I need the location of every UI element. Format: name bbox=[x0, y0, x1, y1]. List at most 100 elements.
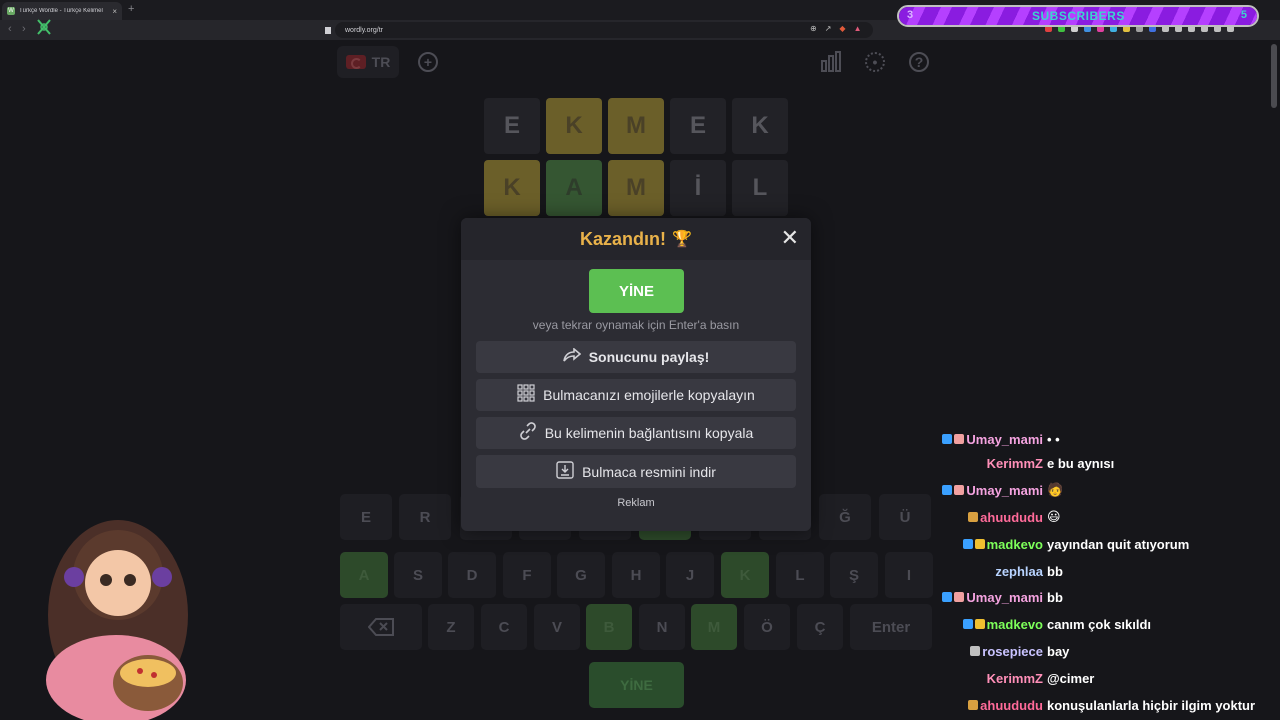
url-bar[interactable]: wordly.org/tr bbox=[325, 22, 873, 38]
board-tile: K bbox=[732, 98, 788, 154]
chat-username[interactable]: Umay_mami bbox=[966, 590, 1043, 605]
chat-username[interactable]: madkevo bbox=[987, 537, 1043, 552]
win-dialog: Kazandın! 🏆 ✕ YİNE veya tekrar oynamak i… bbox=[461, 218, 811, 531]
key-ö[interactable]: Ö bbox=[744, 604, 790, 650]
chat-username[interactable]: madkevo bbox=[987, 617, 1043, 632]
key-i[interactable]: I bbox=[885, 552, 933, 598]
forward-button[interactable]: › bbox=[22, 23, 26, 35]
chat-username-line: zephlaa bbox=[993, 562, 1043, 580]
key-b[interactable]: B bbox=[586, 604, 632, 650]
stats-button[interactable] bbox=[813, 46, 849, 78]
key-m[interactable]: M bbox=[691, 604, 737, 650]
replay-button-background[interactable]: YİNE bbox=[589, 662, 684, 708]
wordle-favicon-icon: W bbox=[7, 7, 15, 15]
badge-icon bbox=[974, 539, 985, 549]
copy-emoji-button[interactable]: Bulmacanızı emojilerle kopyalayın bbox=[476, 379, 796, 411]
chat-badges bbox=[968, 700, 979, 710]
rewards-icon[interactable]: ▲ bbox=[854, 24, 862, 33]
chat-username[interactable]: KerimmZ bbox=[987, 456, 1043, 471]
chat-message: 😃 bbox=[1047, 509, 1061, 524]
key-j[interactable]: J bbox=[666, 552, 714, 598]
key-e[interactable]: E bbox=[340, 494, 392, 540]
key-l[interactable]: L bbox=[776, 552, 824, 598]
gear-icon: • bbox=[865, 52, 885, 72]
share-icon[interactable]: ↗ bbox=[825, 24, 832, 33]
key-d[interactable]: D bbox=[448, 552, 496, 598]
help-button[interactable]: ? bbox=[901, 46, 937, 78]
chat-message: bay bbox=[1047, 643, 1070, 659]
key-c[interactable]: C bbox=[481, 604, 527, 650]
chat-username-line: Umay_mami bbox=[942, 481, 1043, 499]
backspace-key[interactable] bbox=[340, 604, 422, 650]
key-n[interactable]: N bbox=[639, 604, 685, 650]
zoom-icon[interactable]: ⊕ bbox=[810, 24, 817, 33]
key-s[interactable]: S bbox=[394, 552, 442, 598]
key-v[interactable]: V bbox=[534, 604, 580, 650]
chat-username[interactable]: rosepiece bbox=[982, 644, 1043, 659]
copy-link-button[interactable]: Bu kelimenin bağlantısını kopyala bbox=[476, 417, 796, 449]
key-a[interactable]: A bbox=[340, 552, 388, 598]
language-label: TR bbox=[371, 54, 391, 70]
play-again-button[interactable]: YİNE bbox=[589, 269, 684, 313]
url-text: wordly.org/tr bbox=[345, 26, 383, 34]
key-h[interactable]: H bbox=[612, 552, 660, 598]
back-button[interactable]: ‹ bbox=[8, 23, 12, 35]
language-button[interactable]: TR bbox=[337, 46, 399, 78]
badge-icon bbox=[954, 485, 965, 495]
chat-username[interactable]: KerimmZ bbox=[987, 671, 1043, 686]
chat-message: e bu aynısı bbox=[1047, 455, 1115, 471]
subscriber-goal: 5 bbox=[1240, 9, 1247, 21]
download-image-button[interactable]: Bulmaca resmini indir bbox=[476, 455, 796, 488]
question-icon: ? bbox=[909, 52, 929, 72]
url-actions: ⊕ ↗ ◆ ▲ bbox=[810, 24, 861, 33]
key-ü[interactable]: Ü bbox=[879, 494, 931, 540]
chat-username[interactable]: ahuududu bbox=[980, 698, 1043, 713]
streamer-logo-icon bbox=[36, 18, 52, 36]
key-k[interactable]: K bbox=[721, 552, 769, 598]
badge-icon bbox=[974, 619, 985, 629]
chat-badges bbox=[962, 539, 985, 549]
key-ş[interactable]: Ş bbox=[830, 552, 878, 598]
key-r[interactable]: R bbox=[399, 494, 451, 540]
new-tab-button[interactable]: + bbox=[128, 3, 134, 15]
chat-message: bb bbox=[1047, 589, 1063, 605]
bar-chart-icon bbox=[821, 51, 841, 72]
chat-badges bbox=[962, 619, 985, 629]
tab-title: Türkçe Wordle - Türkçe Kelimel bbox=[19, 8, 103, 14]
key-g[interactable]: G bbox=[557, 552, 605, 598]
bookmark-icon[interactable] bbox=[325, 26, 331, 34]
tab-close-icon[interactable]: × bbox=[112, 7, 117, 16]
brave-shield-icon[interactable]: ◆ bbox=[839, 24, 845, 33]
link-icon bbox=[519, 422, 537, 444]
chat-message: yayından quit atıyorum bbox=[1047, 536, 1190, 552]
browser-tab[interactable]: W Türkçe Wordle - Türkçe Kelimel × bbox=[2, 2, 122, 20]
chat-username-line: madkevo bbox=[962, 535, 1043, 553]
close-icon[interactable]: ✕ bbox=[781, 227, 799, 249]
chat-message: bb bbox=[1047, 563, 1063, 579]
key-ç[interactable]: Ç bbox=[797, 604, 843, 650]
board-tile: K bbox=[546, 98, 602, 154]
chat-message: • • bbox=[1047, 431, 1060, 447]
chat-message: 🧑 bbox=[1047, 482, 1064, 497]
copy-emoji-label: Bulmacanızı emojilerle kopyalayın bbox=[543, 387, 755, 403]
key-z[interactable]: Z bbox=[428, 604, 474, 650]
badge-icon bbox=[942, 434, 953, 444]
chat-username[interactable]: Umay_mami bbox=[966, 483, 1043, 498]
board-tile: L bbox=[732, 160, 788, 216]
chat-username-line: rosepiece bbox=[970, 642, 1043, 660]
new-game-button[interactable]: + bbox=[407, 46, 449, 78]
turkey-flag-icon bbox=[345, 55, 366, 69]
badge-icon bbox=[968, 512, 979, 522]
key-f[interactable]: F bbox=[503, 552, 551, 598]
board-tile: A bbox=[546, 160, 602, 216]
key-ğ[interactable]: Ğ bbox=[819, 494, 871, 540]
share-result-button[interactable]: Sonucunu paylaş! bbox=[476, 341, 796, 373]
chat-username[interactable]: ahuududu bbox=[980, 510, 1043, 525]
chat-username[interactable]: Umay_mami bbox=[966, 432, 1043, 447]
settings-button[interactable]: • bbox=[857, 46, 893, 78]
key-enter[interactable]: Enter bbox=[850, 604, 932, 650]
badge-icon bbox=[962, 619, 973, 629]
chat-username[interactable]: zephlaa bbox=[995, 564, 1043, 579]
badge-icon bbox=[970, 646, 981, 656]
page-scrollbar[interactable] bbox=[1271, 44, 1277, 108]
